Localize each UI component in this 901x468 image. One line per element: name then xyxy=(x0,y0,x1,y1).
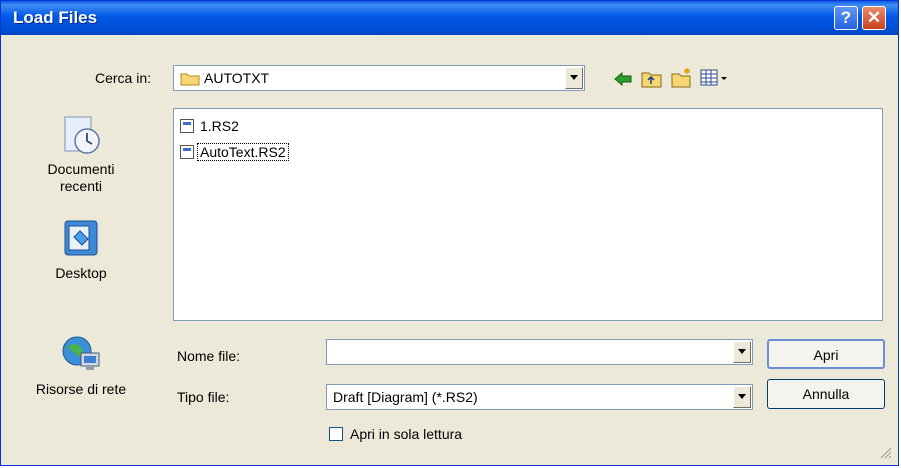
close-icon: ✕ xyxy=(866,8,882,27)
close-button[interactable]: ✕ xyxy=(862,6,886,30)
folder-icon xyxy=(180,73,200,86)
file-list[interactable]: 1.RS2 AutoText.RS2 xyxy=(173,108,883,321)
chevron-down-icon[interactable] xyxy=(565,67,583,89)
rs2-file-icon xyxy=(180,119,194,133)
place-desktop[interactable]: Desktop xyxy=(21,217,141,281)
resize-grip-icon[interactable] xyxy=(878,445,892,459)
file-name-label: Nome file: xyxy=(177,348,241,364)
list-item[interactable]: AutoText.RS2 xyxy=(180,143,289,161)
cancel-button-label: Annulla xyxy=(802,386,850,402)
chevron-down-icon[interactable] xyxy=(733,386,751,408)
desktop-icon xyxy=(59,217,103,261)
place-label: Risorse di rete xyxy=(35,381,127,397)
place-recent-documents[interactable]: Documenti recenti xyxy=(21,113,141,195)
place-network[interactable]: Risorse di rete xyxy=(21,333,141,397)
file-name: AutoText.RS2 xyxy=(197,143,289,161)
open-button-label: Apri xyxy=(813,347,839,363)
help-button[interactable]: ? xyxy=(834,6,858,30)
new-folder-icon[interactable] xyxy=(671,67,693,89)
file-type-value: Draft [Diagram] (*.RS2) xyxy=(333,389,478,405)
file-name-field[interactable] xyxy=(326,339,753,365)
file-name: 1.RS2 xyxy=(200,118,239,134)
place-label: Documenti recenti xyxy=(47,161,115,194)
look-in-dropdown[interactable]: AUTOTXT xyxy=(173,65,585,91)
read-only-checkbox[interactable] xyxy=(329,427,343,441)
recent-documents-icon xyxy=(59,113,103,157)
file-type-dropdown[interactable]: Draft [Diagram] (*.RS2) xyxy=(326,384,753,410)
back-icon[interactable] xyxy=(613,71,633,87)
place-label: Desktop xyxy=(55,265,107,281)
read-only-label: Apri in sola lettura xyxy=(350,426,463,442)
file-type-label: Tipo file: xyxy=(177,389,230,405)
load-files-dialog: Load Files ? ✕ Cerca in: AUTOTXT Documen… xyxy=(0,0,899,466)
rs2-file-icon xyxy=(180,145,194,159)
help-icon: ? xyxy=(840,8,852,27)
chevron-down-icon[interactable] xyxy=(733,341,751,363)
list-item[interactable]: 1.RS2 xyxy=(180,117,241,135)
look-in-label: Cerca in: xyxy=(95,70,152,86)
open-button[interactable]: Apri xyxy=(767,339,885,369)
network-icon xyxy=(59,333,103,377)
up-folder-icon[interactable] xyxy=(641,69,663,89)
title-bar[interactable]: Load Files ? ✕ xyxy=(1,1,898,35)
cancel-button[interactable]: Annulla xyxy=(767,379,885,409)
look-in-value: AUTOTXT xyxy=(204,70,270,86)
view-menu-icon[interactable] xyxy=(700,69,728,87)
window-title: Load Files xyxy=(13,8,98,27)
